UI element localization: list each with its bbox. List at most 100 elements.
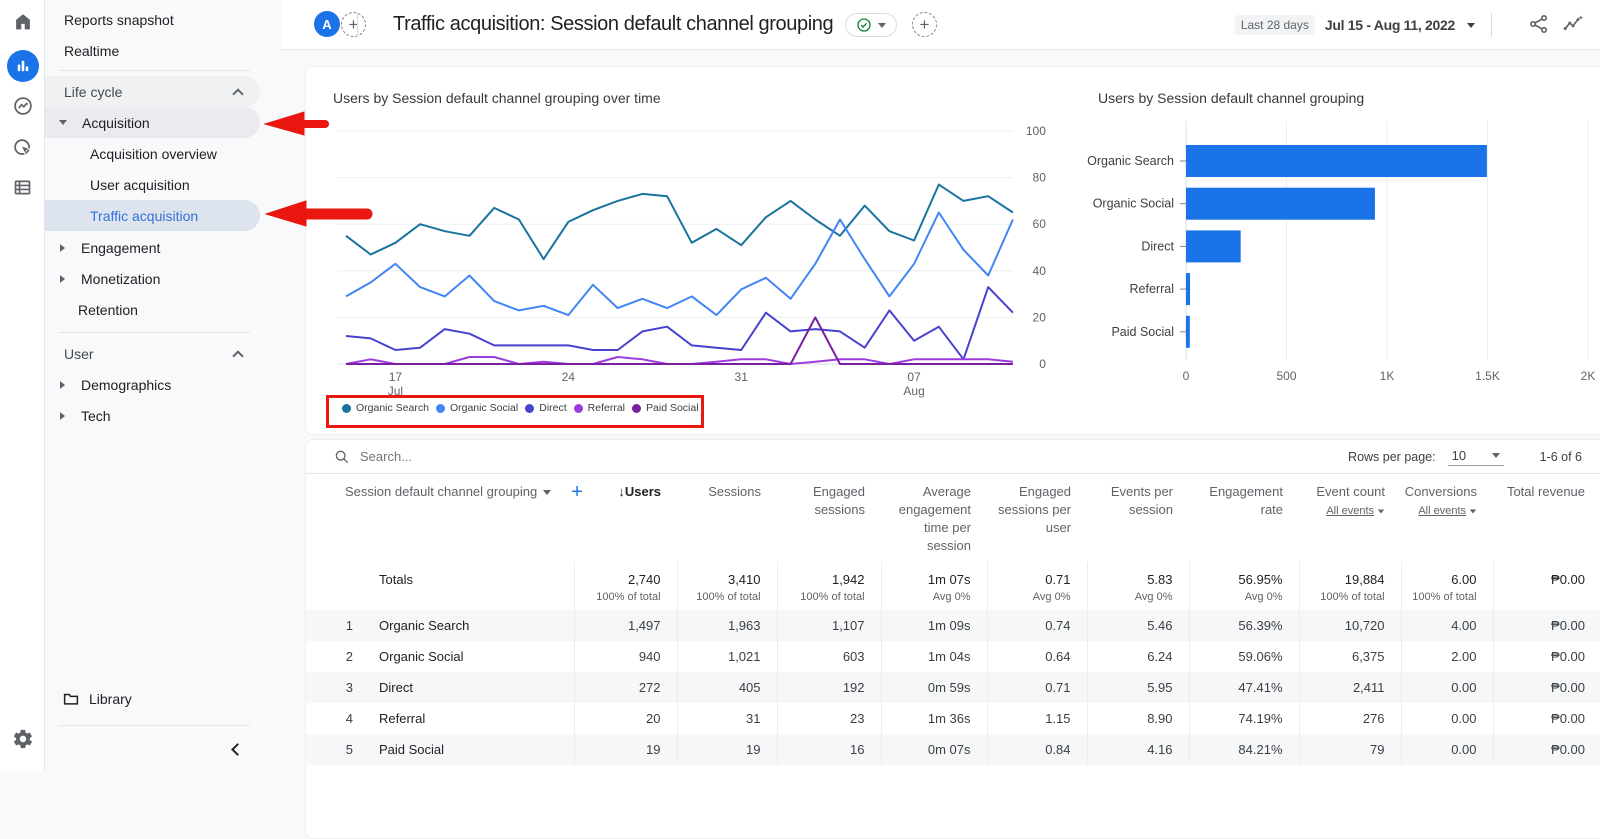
svg-text:17: 17 xyxy=(389,370,403,384)
totals-cell: 5.83 Avg 0% xyxy=(1086,562,1190,610)
property-avatar[interactable]: A xyxy=(314,11,340,37)
sidebar-item-realtime[interactable]: Realtime xyxy=(45,35,260,66)
add-dimension-button[interactable]: + xyxy=(571,482,583,502)
home-nav-button[interactable] xyxy=(0,4,45,44)
sidebar-section-user[interactable]: User xyxy=(45,338,260,369)
table-row[interactable]: 5 Paid Social 19 19 16 0m 07s 0.84 4.16 84.21% 79… xyxy=(306,734,1600,765)
sidebar-divider xyxy=(58,725,250,726)
insights-button[interactable] xyxy=(1562,13,1584,40)
sidebar-item-monetization[interactable]: Monetization xyxy=(45,263,260,294)
svg-text:500: 500 xyxy=(1276,369,1296,383)
column-header-engaged-sessions-per-user[interactable]: Engaged sessions per user xyxy=(987,474,1087,562)
configure-nav-button[interactable] xyxy=(0,170,45,210)
sidebar-item-user-acquisition[interactable]: User acquisition xyxy=(45,169,260,200)
table-pagination: Rows per page: 10 1-6 of 6 xyxy=(1348,448,1582,466)
column-header-event-count[interactable]: Event count All events xyxy=(1299,474,1401,562)
share-report-button[interactable] xyxy=(1528,13,1550,40)
row-cell: 940 xyxy=(573,641,678,672)
column-header-conversions[interactable]: Conversions All events xyxy=(1401,474,1493,562)
reports-icon xyxy=(6,50,39,82)
sidebar-item-label: Traffic acquisition xyxy=(90,207,199,224)
sidebar-section-life-cycle[interactable]: Life cycle xyxy=(45,76,260,107)
row-dimension: Referral xyxy=(379,711,426,726)
svg-text:60: 60 xyxy=(1033,217,1047,231)
totals-cell: 0.71 Avg 0% xyxy=(986,562,1088,610)
row-cell: 20 xyxy=(573,703,678,734)
sidebar-item-traffic-acquisition[interactable]: Traffic acquisition xyxy=(45,200,260,231)
sidebar-item-retention[interactable]: Retention xyxy=(45,294,260,325)
line-chart-title: Users by Session default channel groupin… xyxy=(333,90,661,106)
rows-per-page-select[interactable]: 10 xyxy=(1447,448,1504,466)
column-header-engagement-rate[interactable]: Engagement rate xyxy=(1189,474,1299,562)
sidebar-item-tech[interactable]: Tech xyxy=(45,400,260,431)
all-events-filter[interactable]: All events xyxy=(1418,502,1477,520)
header-divider xyxy=(357,13,358,37)
row-cell: 0.64 xyxy=(986,641,1088,672)
column-header-engaged-sessions[interactable]: Engaged sessions xyxy=(777,474,881,562)
sidebar-item-reports-snapshot[interactable]: Reports snapshot xyxy=(45,4,260,35)
table-row[interactable]: 2 Organic Social 940 1,021 603 1m 04s 0.64 6.24… xyxy=(306,641,1600,672)
totals-cell: 3,410 100% of total xyxy=(676,562,778,610)
caret-down-icon xyxy=(1491,452,1500,458)
caret-down-icon xyxy=(543,489,552,495)
sidebar-item-label: Tech xyxy=(81,407,111,424)
date-range-picker[interactable]: Last 28 days Jul 15 - Aug 11, 2022 xyxy=(1234,0,1475,50)
sidebar-section-label: Life cycle xyxy=(64,83,123,100)
rows-per-page-label: Rows per page: xyxy=(1348,449,1436,464)
column-header-sessions[interactable]: Sessions xyxy=(677,474,777,562)
sidebar-item-demographics[interactable]: Demographics xyxy=(45,369,260,400)
search-input[interactable] xyxy=(360,449,660,464)
row-cell: 23 xyxy=(776,703,882,734)
row-cell: 5.95 xyxy=(1086,672,1190,703)
column-header-total-revenue[interactable]: Total revenue xyxy=(1493,474,1600,562)
column-header-events-per-session[interactable]: Events per session xyxy=(1087,474,1189,562)
table-search[interactable] xyxy=(334,449,1348,465)
customize-report-button[interactable]: + xyxy=(912,12,937,37)
sidebar-item-label: Engagement xyxy=(81,239,161,256)
all-events-filter[interactable]: All events xyxy=(1326,502,1385,520)
explore-nav-button[interactable] xyxy=(0,88,45,128)
table-row[interactable]: 1 Organic Search 1,497 1,963 1,107 1m 09s 0.74… xyxy=(306,610,1600,641)
svg-text:1K: 1K xyxy=(1380,369,1395,383)
row-cell: 0.00 xyxy=(1400,734,1494,765)
table-row[interactable]: 4 Referral 20 31 23 1m 36s 1.15 8.90 74.19% 276 0.… xyxy=(306,703,1600,734)
sidebar-item-engagement[interactable]: Engagement xyxy=(45,232,260,263)
sidebar-item-acquisition-overview[interactable]: Acquisition overview xyxy=(45,138,260,169)
row-cell: 1m 04s xyxy=(880,641,988,672)
caret-down-icon xyxy=(1469,509,1477,513)
row-cell: 47.41% xyxy=(1188,672,1300,703)
row-cell: 1m 36s xyxy=(880,703,988,734)
collapse-sidebar-button[interactable] xyxy=(231,743,244,756)
row-cell: 59.06% xyxy=(1188,641,1300,672)
sidebar-item-label: User acquisition xyxy=(90,176,190,193)
folder-icon xyxy=(62,690,80,708)
svg-text:Referral: Referral xyxy=(1130,282,1174,296)
advertising-nav-button[interactable] xyxy=(0,130,45,170)
bar-chart[interactable]: 0 500 1K 1.5K 2K Organic Search Organic Social… xyxy=(1076,107,1600,407)
reports-nav-button[interactable] xyxy=(0,46,45,86)
data-table-panel: Rows per page: 10 1-6 of 6 Session defau… xyxy=(305,439,1600,839)
sidebar-item-library[interactable]: Library xyxy=(45,683,260,714)
add-comparison-button[interactable]: + xyxy=(341,12,366,37)
row-cell: 19 xyxy=(573,734,678,765)
sidebar-item-acquisition[interactable]: Acquisition xyxy=(45,107,260,138)
dimension-header-label: Session default channel grouping xyxy=(345,484,538,499)
sidebar-item-label: Acquisition overview xyxy=(90,145,217,162)
column-header-users[interactable]: ↓Users xyxy=(574,474,677,562)
row-cell: 0.00 xyxy=(1400,703,1494,734)
column-header-avg-engagement-time[interactable]: Average engagement time per session xyxy=(881,474,987,562)
svg-text:Organic Search: Organic Search xyxy=(1087,154,1174,168)
svg-text:07: 07 xyxy=(907,370,921,384)
row-dimension: Paid Social xyxy=(379,742,445,757)
sidebar-section-label: User xyxy=(64,345,94,362)
collapsed-caret-icon xyxy=(60,243,65,252)
row-number: 4 xyxy=(345,711,353,726)
admin-settings-button[interactable] xyxy=(0,721,45,761)
row-cell: 6,375 xyxy=(1298,641,1402,672)
row-cell: ₱0.00 xyxy=(1492,610,1600,641)
table-row[interactable]: 3 Direct 272 405 192 0m 59s 0.71 5.95 47.41% 2,41… xyxy=(306,672,1600,703)
line-chart[interactable]: 02040608010017Jul24 31 07Aug xyxy=(326,107,1076,407)
report-status-button[interactable] xyxy=(845,13,897,37)
column-header-dimension[interactable]: Session default channel grouping + xyxy=(306,474,583,562)
row-cell: 84.21% xyxy=(1188,734,1300,765)
